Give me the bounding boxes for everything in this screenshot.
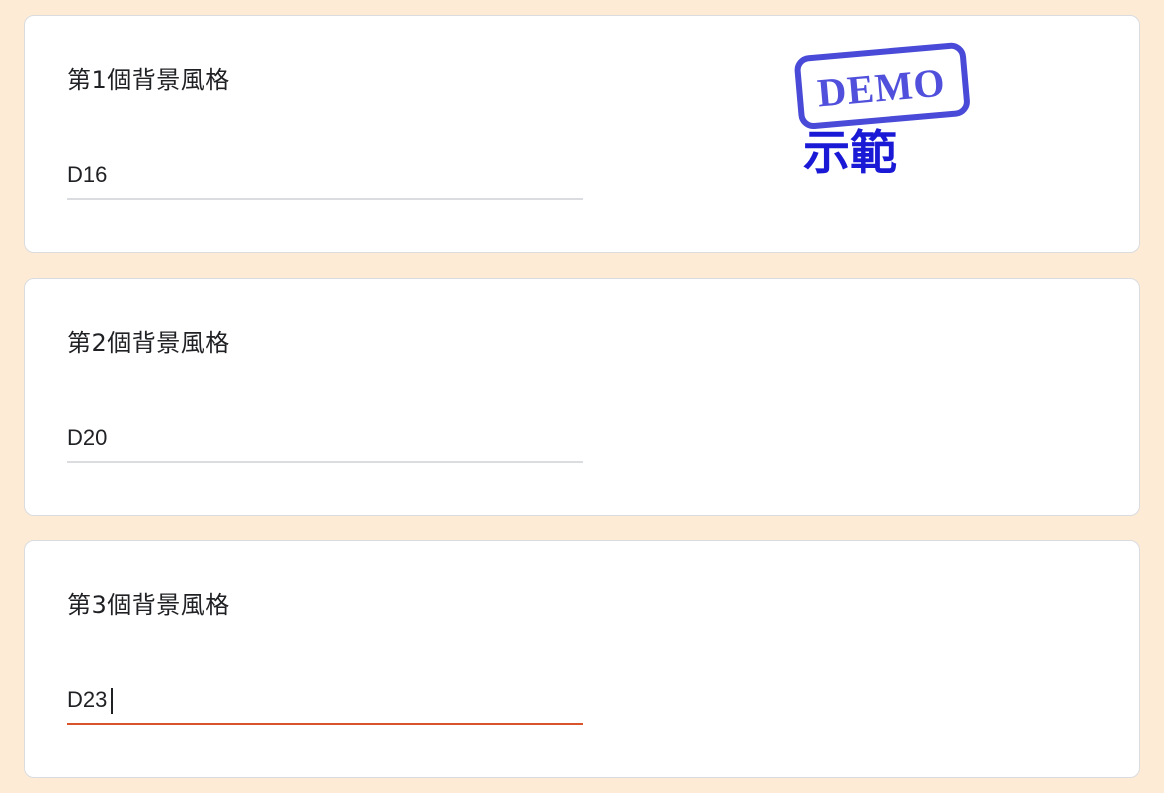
question-card-2: 第2個背景風格 bbox=[24, 278, 1140, 516]
answer-input[interactable] bbox=[67, 160, 583, 190]
demo-stamp: DEMO 示範 bbox=[794, 42, 970, 178]
text-caret bbox=[111, 688, 113, 714]
answer-field[interactable] bbox=[67, 417, 583, 463]
question-title: 第2個背景風格 bbox=[67, 329, 230, 357]
answer-field[interactable] bbox=[67, 154, 583, 200]
stamp-text: DEMO bbox=[815, 59, 947, 115]
stamp-subtitle: 示範 bbox=[803, 126, 897, 178]
answer-input[interactable] bbox=[67, 423, 583, 453]
question-card-3: 第3個背景風格 bbox=[24, 540, 1140, 778]
question-title: 第1個背景風格 bbox=[67, 66, 230, 94]
answer-field-active[interactable] bbox=[67, 679, 583, 725]
question-title: 第3個背景風格 bbox=[67, 591, 230, 619]
answer-input[interactable] bbox=[67, 685, 583, 715]
